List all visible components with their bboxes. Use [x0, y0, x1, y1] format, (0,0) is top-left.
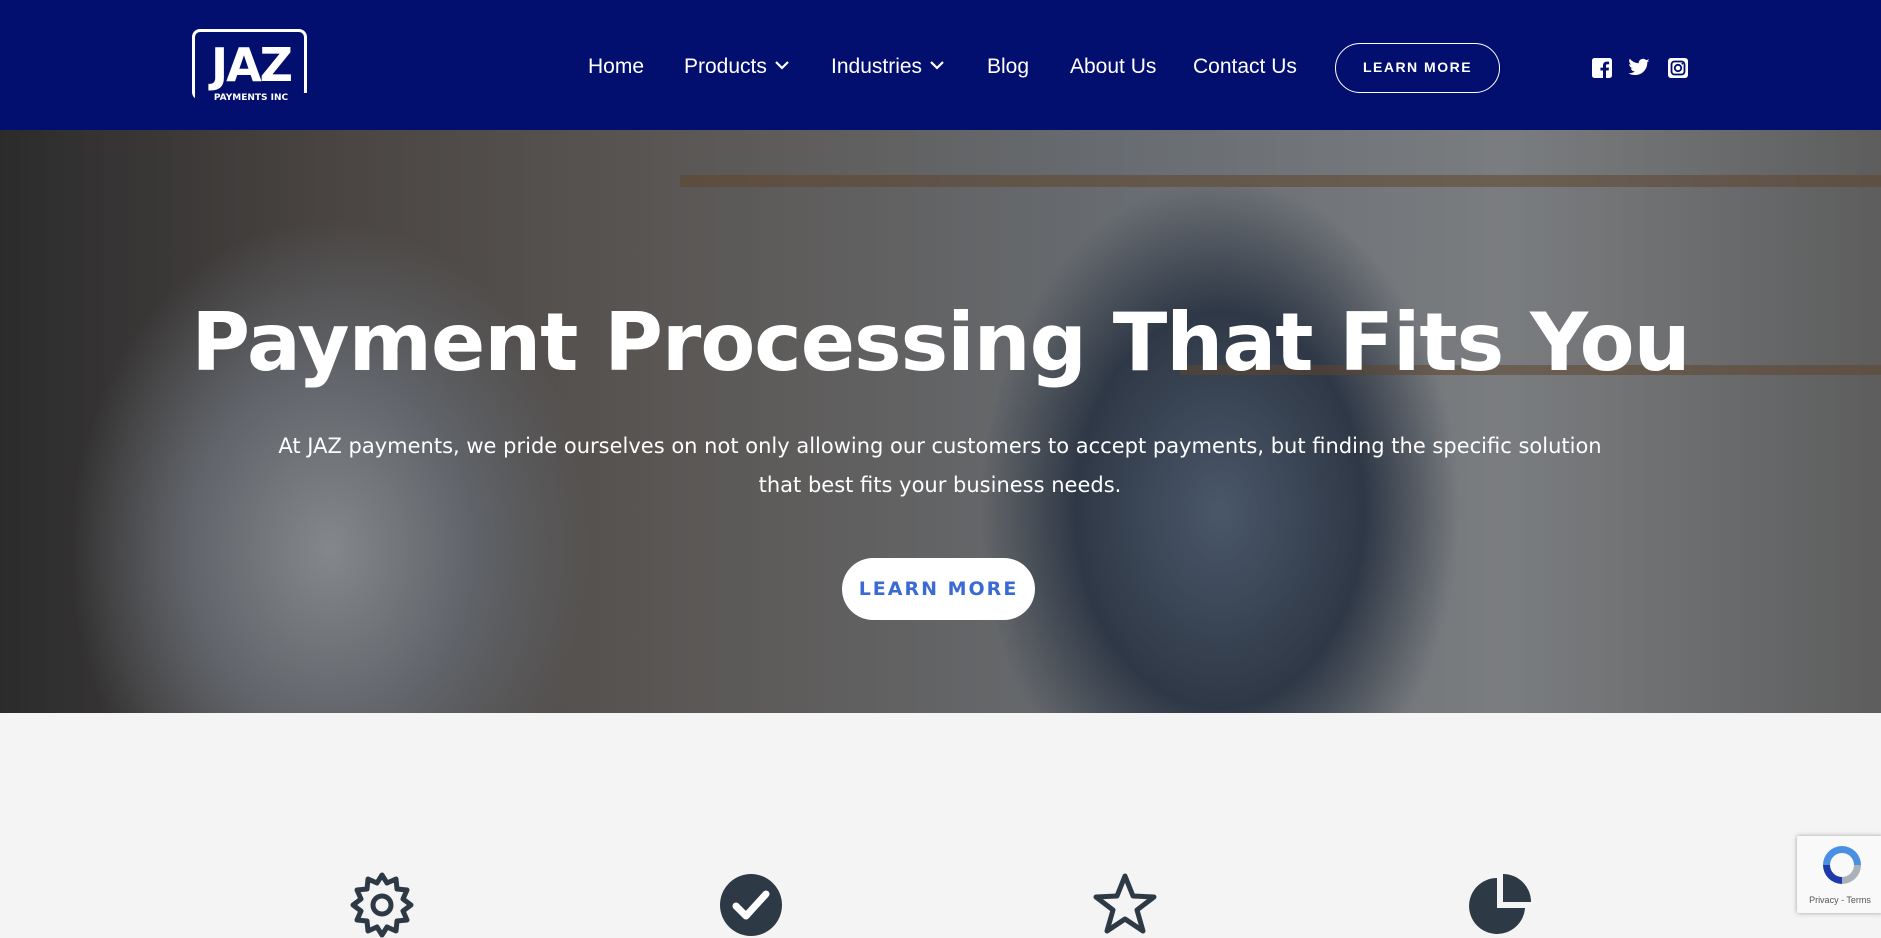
nav-about-us[interactable]: About Us — [1070, 52, 1156, 82]
recaptcha-privacy-link[interactable]: Privacy — [1809, 895, 1839, 905]
pie-chart-icon — [1469, 874, 1531, 934]
chevron-down-icon — [775, 61, 789, 70]
nav-industries[interactable]: Industries — [831, 52, 944, 82]
nav-products-label: Products — [684, 55, 767, 78]
site-header: JAZ PAYMENTS INC Home Products Industrie… — [0, 0, 1881, 130]
nav-products[interactable]: Products — [684, 52, 789, 82]
nav-blog-label: Blog — [987, 55, 1030, 78]
nav-industries-label: Industries — [831, 55, 923, 78]
hero-description: At JAZ payments, we pride ourselves on n… — [278, 434, 1602, 497]
hero-title: Payment Processing That Fits You — [191, 296, 1690, 389]
nav-blog[interactable]: Blog — [987, 52, 1029, 82]
nav-contact-us-label: Contact Us — [1193, 55, 1297, 78]
background-shelf — [680, 175, 1881, 187]
logo-subtitle: PAYMENTS INC — [195, 93, 307, 103]
logo[interactable]: JAZ PAYMENTS INC — [191, 28, 311, 106]
chevron-down-icon — [930, 61, 944, 70]
facebook-icon[interactable] — [1591, 57, 1613, 79]
recaptcha-icon — [1823, 846, 1861, 884]
check-circle-icon — [720, 874, 782, 936]
recaptcha-links: Privacy - Terms — [1797, 894, 1881, 906]
nav-home[interactable]: Home — [588, 52, 644, 82]
instagram-icon[interactable] — [1667, 57, 1689, 79]
recaptcha-badge[interactable]: Privacy - Terms — [1797, 836, 1881, 913]
star-icon — [1093, 873, 1157, 934]
hero-learn-more-button[interactable]: LEARN MORE — [842, 558, 1035, 620]
hero-banner: Payment Processing That Fits You At JAZ … — [0, 130, 1881, 713]
logo-mark: JAZ — [210, 38, 293, 92]
twitter-icon[interactable] — [1628, 57, 1650, 79]
gear-icon — [350, 872, 414, 938]
nav-about-us-label: About Us — [1070, 55, 1157, 78]
header-learn-more-button[interactable]: LEARN MORE — [1335, 43, 1500, 93]
nav-home-label: Home — [588, 55, 645, 78]
recaptcha-terms-link[interactable]: Terms — [1846, 895, 1871, 905]
nav-contact-us[interactable]: Contact Us — [1193, 52, 1297, 82]
